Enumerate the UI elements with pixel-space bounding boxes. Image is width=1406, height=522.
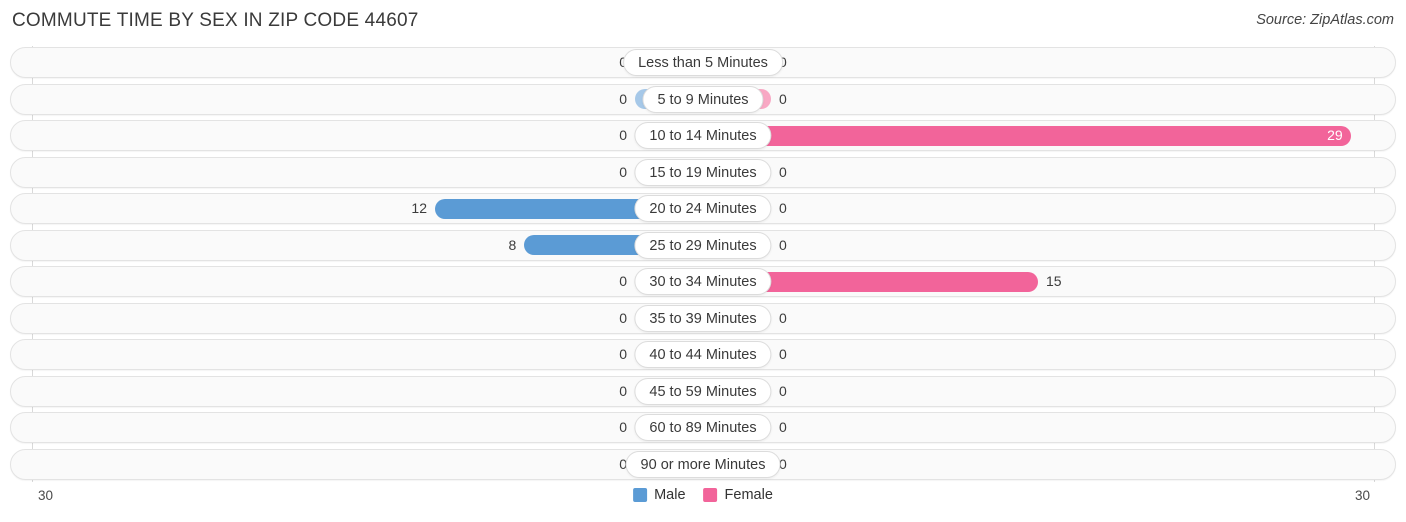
female-value-label: 0 bbox=[779, 455, 787, 472]
table-row[interactable]: 0 0 5 to 9 Minutes bbox=[0, 83, 1406, 116]
male-value-label: 0 bbox=[619, 455, 627, 472]
table-row[interactable]: 8 0 25 to 29 Minutes bbox=[0, 229, 1406, 262]
male-value-label: 0 bbox=[619, 309, 627, 326]
axis-tick-left: 30 bbox=[38, 488, 54, 503]
female-value-label: 0 bbox=[779, 90, 787, 107]
male-value-label: 0 bbox=[619, 127, 627, 143]
table-row[interactable]: 0 29 10 to 14 Minutes bbox=[0, 119, 1406, 152]
chart-legend: Male Female bbox=[633, 487, 773, 503]
male-value-label: 0 bbox=[619, 163, 627, 180]
category-label: 20 to 24 Minutes bbox=[634, 195, 772, 222]
category-label: Less than 5 Minutes bbox=[623, 49, 783, 76]
legend-label-female: Female bbox=[724, 487, 773, 503]
legend-item-female[interactable]: Female bbox=[703, 487, 773, 503]
page-title: COMMUTE TIME BY SEX IN ZIP CODE 44607 bbox=[12, 10, 419, 31]
male-value-label: 0 bbox=[619, 273, 627, 289]
table-row[interactable]: 0 0 60 to 89 Minutes bbox=[0, 411, 1406, 444]
female-value-label: 0 bbox=[779, 309, 787, 326]
female-value-label: 29 bbox=[1327, 127, 1343, 143]
source-attribution: Source: ZipAtlas.com bbox=[1256, 12, 1394, 28]
category-label: 90 or more Minutes bbox=[625, 450, 781, 478]
category-label: 45 to 59 Minutes bbox=[634, 377, 772, 405]
male-value-label: 12 bbox=[411, 200, 427, 216]
table-row[interactable]: 12 0 20 to 24 Minutes bbox=[0, 192, 1406, 225]
female-value-label: 0 bbox=[779, 419, 787, 435]
bar-rows: 00Less than 5 Minutes005 to 9 Minutes029… bbox=[0, 46, 1406, 484]
female-bar[interactable] bbox=[703, 125, 1351, 146]
category-label: 10 to 14 Minutes bbox=[634, 122, 772, 149]
male-value-label: 0 bbox=[619, 382, 627, 399]
female-value-label: 0 bbox=[779, 163, 787, 180]
legend-item-male[interactable]: Male bbox=[633, 487, 686, 503]
female-value-label: 0 bbox=[779, 382, 787, 399]
male-value-label: 0 bbox=[619, 90, 627, 107]
table-row[interactable]: 0 0 40 to 44 Minutes bbox=[0, 338, 1406, 371]
table-row[interactable]: 0 0 45 to 59 Minutes bbox=[0, 375, 1406, 408]
category-label: 15 to 19 Minutes bbox=[634, 158, 772, 186]
chart-footer: 30 30 Male Female bbox=[0, 486, 1406, 522]
table-row[interactable]: 0 0 35 to 39 Minutes bbox=[0, 302, 1406, 335]
axis-tick-right: 30 bbox=[1354, 488, 1370, 503]
category-label: 60 to 89 Minutes bbox=[634, 414, 772, 441]
category-label: 5 to 9 Minutes bbox=[642, 85, 764, 113]
category-label: 30 to 34 Minutes bbox=[634, 268, 772, 295]
male-color-swatch-icon bbox=[633, 488, 648, 502]
table-row[interactable]: 0 0 90 or more Minutes bbox=[0, 448, 1406, 481]
male-value-label: 0 bbox=[619, 346, 627, 362]
table-row[interactable]: 0 15 30 to 34 Minutes bbox=[0, 265, 1406, 298]
female-color-swatch-icon bbox=[703, 488, 718, 502]
female-value-label: 0 bbox=[779, 236, 787, 253]
table-row[interactable]: 0 0Less than 5 Minutes bbox=[0, 46, 1406, 79]
category-label: 25 to 29 Minutes bbox=[634, 231, 772, 259]
chart-plot-area: 00Less than 5 Minutes005 to 9 Minutes029… bbox=[0, 46, 1406, 484]
male-value-label: 8 bbox=[508, 236, 517, 253]
table-row[interactable]: 0 0 15 to 19 Minutes bbox=[0, 156, 1406, 189]
legend-label-male: Male bbox=[654, 487, 686, 503]
category-label: 35 to 39 Minutes bbox=[634, 304, 772, 332]
female-value-label: 15 bbox=[1046, 273, 1062, 289]
chart-header: COMMUTE TIME BY SEX IN ZIP CODE 44607 So… bbox=[0, 0, 1406, 44]
female-value-label: 0 bbox=[779, 346, 787, 362]
female-value-label: 0 bbox=[779, 200, 787, 216]
category-label: 40 to 44 Minutes bbox=[634, 341, 772, 368]
female-value-label: 0 bbox=[779, 54, 787, 70]
male-value-label: 0 bbox=[569, 46, 627, 79]
male-value-label: 0 bbox=[619, 419, 627, 435]
